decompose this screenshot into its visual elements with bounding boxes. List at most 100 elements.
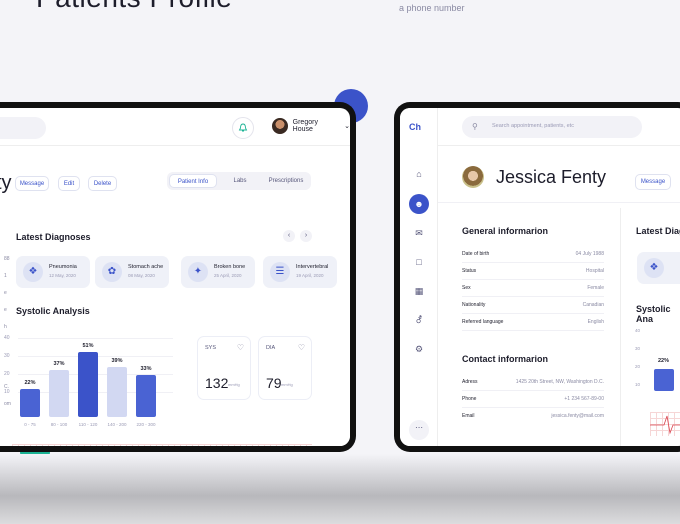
- vital-label: DIA: [266, 345, 276, 351]
- info-key: Adress: [462, 379, 478, 385]
- latest-diagnoses-title-fragment: Latest Diag: [636, 226, 680, 236]
- general-information-title: General informarion: [462, 226, 549, 236]
- info-value-fragment: e: [4, 307, 7, 313]
- info-row: Email jessica.fenty@mail.com: [462, 408, 604, 425]
- search-input[interactable]: ⚲ Search appointment, patients, etc: [462, 116, 642, 138]
- diagnosis-date: 12 May, 2020: [49, 273, 76, 278]
- y-tick-label: 30: [4, 353, 10, 359]
- bar-value-label: 22%: [24, 380, 36, 386]
- user-menu[interactable]: Gregory House ⌄: [272, 118, 350, 134]
- search-input[interactable]: [0, 117, 46, 139]
- info-value-fragment: 1: [4, 273, 7, 279]
- info-value-fragment: h: [4, 324, 7, 330]
- chevron-left-icon[interactable]: ‹: [283, 230, 295, 242]
- diagnosis-card[interactable]: ☰ Intervertebral 19 April, 2020: [263, 256, 337, 288]
- vital-unit: mmHg: [281, 382, 293, 387]
- message-button[interactable]: Message: [15, 176, 49, 191]
- x-category-label: 0 - 75: [24, 422, 36, 427]
- bone-icon: ✦: [188, 262, 208, 282]
- carousel-arrows: ‹ ›: [283, 230, 312, 242]
- y-tick-label: 10: [635, 382, 641, 387]
- systolic-analysis-title-fragment: Systolic Ana: [636, 304, 671, 324]
- info-row: Status Hospital: [462, 263, 604, 280]
- user-name: Gregory House: [292, 119, 318, 133]
- info-key: Status: [462, 268, 477, 274]
- info-row: Nationality Canadian: [462, 297, 604, 314]
- tab-patient-info[interactable]: Patient Info: [169, 174, 217, 188]
- column-divider: [620, 208, 621, 446]
- left-topbar: Gregory House ⌄: [0, 108, 350, 146]
- info-value: 1425 20th Street, NW, Washington D.C.: [515, 379, 604, 385]
- info-row: Adress 1425 20th Street, NW, Washington …: [462, 374, 604, 391]
- message-button[interactable]: Message: [635, 174, 671, 190]
- document-icon[interactable]: □: [409, 252, 429, 272]
- heart-icon[interactable]: ♡: [298, 343, 305, 352]
- gear-icon[interactable]: ⚙: [409, 339, 429, 359]
- x-category-label: 140 - 200: [107, 422, 127, 427]
- stomach-icon: ✿: [102, 262, 122, 282]
- vital-value: 132: [205, 375, 229, 391]
- left-tablet-mockup: Gregory House ⌄ ty Message Edit Delete P…: [0, 102, 356, 452]
- patient-name-fragment: ty: [0, 172, 12, 194]
- grid-line: [18, 338, 173, 339]
- hero-subtitle-fragment: a phone number: [399, 3, 465, 13]
- users-icon[interactable]: ☻: [409, 194, 429, 214]
- info-key: Nationality: [462, 302, 486, 308]
- chart-bar: [136, 375, 156, 417]
- calendar-icon[interactable]: ▦: [409, 281, 429, 301]
- chart-bar: [107, 367, 127, 417]
- diagnosis-card[interactable]: ❖: [637, 252, 680, 284]
- app-logo[interactable]: Ch: [409, 122, 421, 132]
- right-topbar: ⚲ Search appointment, patients, etc: [438, 108, 680, 146]
- info-key: Email: [462, 413, 475, 419]
- doctor-icon[interactable]: ⚦: [409, 310, 429, 330]
- patient-name: Jessica Fenty: [496, 167, 607, 187]
- chart-bar: [78, 352, 98, 417]
- diagnosis-card[interactable]: ✦ Broken bone 25 April, 2020: [181, 256, 255, 288]
- tab-labs[interactable]: Labs: [217, 174, 263, 188]
- info-value: jessica.fenty@mail.com: [551, 413, 604, 419]
- search-placeholder: Search appointment, patients, etc: [492, 123, 574, 129]
- diagnosis-card[interactable]: ❖ Pneumonia 12 May, 2020: [16, 256, 90, 288]
- vital-value: 79: [266, 375, 282, 391]
- diagnosis-name: Stomach ache: [128, 264, 164, 270]
- diagnosis-name: Pneumonia: [49, 264, 77, 270]
- bar-value-label: 39%: [111, 358, 123, 365]
- latest-diagnoses-title: Latest Diagnoses: [16, 232, 91, 242]
- info-value: English: [587, 319, 604, 325]
- delete-button[interactable]: Delete: [88, 176, 117, 191]
- diagnosis-name: Broken bone: [214, 264, 246, 270]
- vital-card-sys: SYS ♡ 132 mmHg: [197, 336, 251, 400]
- mail-icon[interactable]: ✉: [409, 223, 429, 243]
- lungs-icon: ❖: [644, 258, 664, 278]
- info-value-fragment: e: [4, 290, 7, 296]
- chart-bar: [654, 369, 674, 391]
- info-value: Female: [587, 285, 604, 291]
- notification-bell-icon[interactable]: [232, 117, 254, 139]
- x-category-label: 220 - 300: [136, 422, 156, 427]
- home-icon[interactable]: ⌂: [409, 164, 429, 184]
- chart-bar: [20, 389, 40, 417]
- search-icon: ⚲: [472, 122, 478, 131]
- heart-icon[interactable]: ♡: [237, 343, 244, 352]
- y-tick-label: 30: [635, 346, 641, 351]
- info-value: Hospital: [585, 268, 604, 274]
- y-tick-label: 20: [4, 371, 10, 377]
- chevron-down-icon: ⌄: [344, 123, 350, 130]
- info-value: +1 234 567-89-00: [564, 396, 604, 402]
- info-key: Referred language: [462, 319, 504, 325]
- avatar: [272, 118, 288, 134]
- tab-prescriptions[interactable]: Prescriptions: [263, 174, 309, 188]
- info-value: 04 July 1988: [575, 251, 604, 257]
- spine-icon: ☰: [270, 262, 290, 282]
- more-icon[interactable]: ⋯: [409, 420, 429, 440]
- info-key: Sex: [462, 285, 471, 291]
- info-value-fragment: 88: [4, 256, 10, 262]
- page-hero-title: Patients Profile: [36, 0, 232, 14]
- diagnosis-card[interactable]: ✿ Stomach ache 08 May, 2020: [95, 256, 169, 288]
- edit-button[interactable]: Edit: [58, 176, 80, 191]
- chevron-right-icon[interactable]: ›: [300, 230, 312, 242]
- systolic-bar-chart: 40 30 20 10 22% 0 - 75 37% 80 - 100 51% 110 -…: [4, 331, 179, 437]
- y-tick-label: 10: [4, 389, 10, 395]
- right-screen: Ch ⌂ ☻ ✉ □ ▦ ⚦ ⚙ ⋯ ⚲ Search appointment,…: [400, 108, 680, 446]
